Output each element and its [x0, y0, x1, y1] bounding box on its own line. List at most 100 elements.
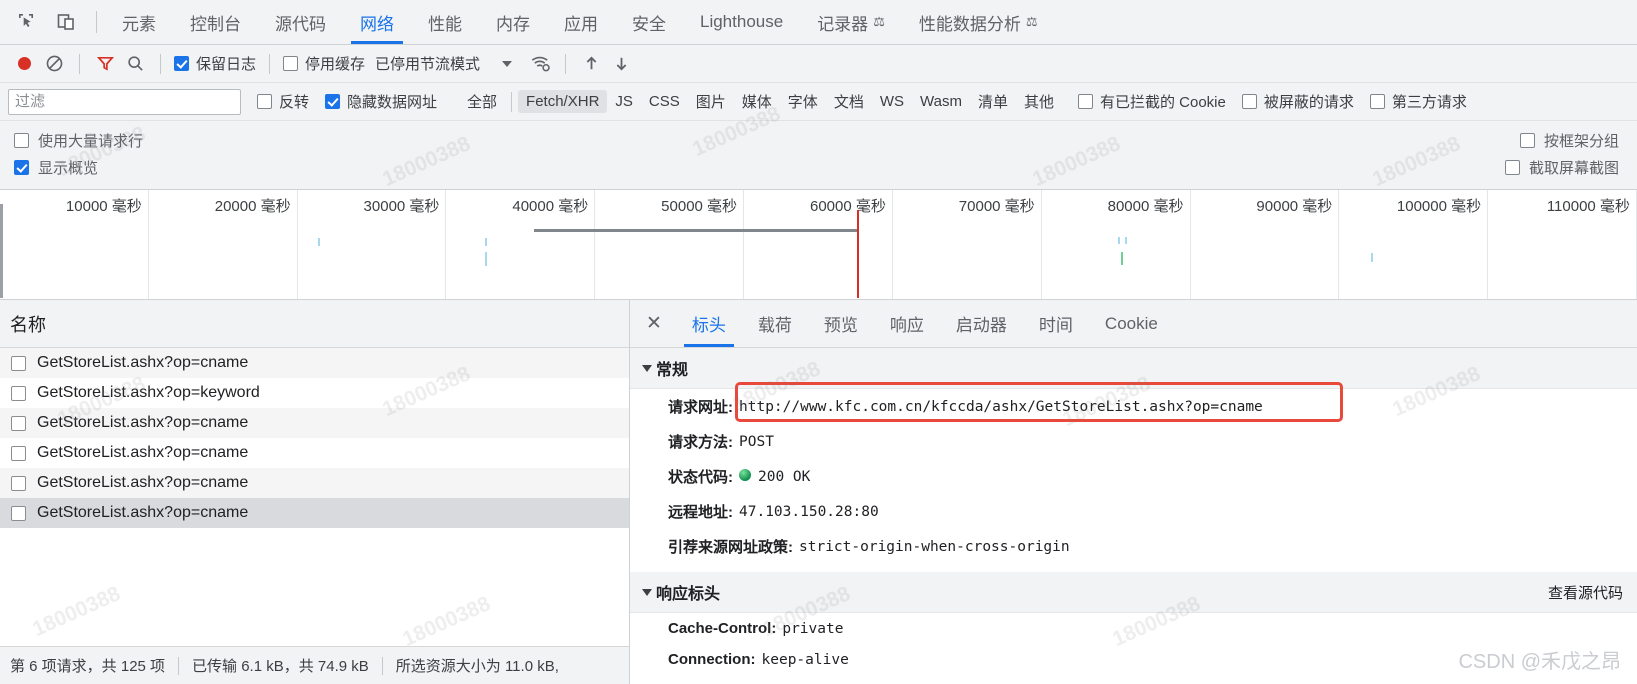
- tab-sources[interactable]: 源代码: [258, 0, 343, 44]
- tab-memory[interactable]: 内存: [479, 0, 547, 44]
- tab-response[interactable]: 响应: [874, 300, 940, 347]
- throttling-select[interactable]: 已停用节流模式: [375, 53, 480, 74]
- device-toolbar-icon[interactable]: [54, 10, 78, 34]
- tab-performance[interactable]: 性能: [411, 0, 479, 44]
- filter-type-manifest[interactable]: 清单: [970, 88, 1016, 115]
- clear-button[interactable]: [42, 52, 66, 76]
- table-row[interactable]: GetStoreList.ashx?op=cname: [0, 408, 629, 438]
- show-overview-checkbox[interactable]: 显示概览: [14, 157, 98, 178]
- referrer-policy-value: strict-origin-when-cross-origin: [799, 538, 1070, 555]
- tab-console[interactable]: 控制台: [173, 0, 258, 44]
- filter-type-wasm[interactable]: Wasm: [912, 90, 970, 113]
- tab-lighthouse[interactable]: Lighthouse: [683, 0, 800, 44]
- tab-recorder[interactable]: 记录器 ⚖: [800, 0, 902, 44]
- overview-segment: 20000 毫秒: [149, 190, 298, 299]
- import-har-icon[interactable]: [579, 52, 603, 76]
- table-row[interactable]: GetStoreList.ashx?op=cname: [0, 438, 629, 468]
- network-overview-timeline[interactable]: 10000 毫秒 20000 毫秒 30000 毫秒 40000 毫秒 5000…: [0, 190, 1637, 300]
- export-har-icon[interactable]: [609, 52, 633, 76]
- tab-elements[interactable]: 元素: [105, 0, 173, 44]
- filter-type-ws[interactable]: WS: [872, 90, 912, 113]
- chevron-down-icon[interactable]: [502, 60, 513, 67]
- tab-label: 性能: [428, 14, 462, 34]
- toolbar-divider: [565, 53, 567, 74]
- section-general-header[interactable]: 常规: [630, 348, 1637, 389]
- chevron-down-icon: [642, 588, 652, 596]
- capture-screenshots-checkbox[interactable]: 截取屏幕截图: [1504, 157, 1619, 178]
- request-type-icon: [11, 445, 26, 461]
- tab-cookies[interactable]: Cookie: [1089, 300, 1174, 347]
- filter-type-img[interactable]: 图片: [688, 88, 734, 115]
- checkbox-box: [325, 94, 341, 109]
- third-party-checkbox[interactable]: 第三方请求: [1369, 91, 1467, 112]
- view-source-link[interactable]: 查看源代码: [1548, 582, 1623, 603]
- request-name: GetStoreList.ashx?op=cname: [37, 354, 249, 371]
- filter-input[interactable]: [8, 88, 241, 115]
- network-toolbar: 保留日志 停用缓存 已停用节流模式: [0, 45, 1637, 83]
- settings-row-2: 显示概览 截取屏幕截图: [14, 154, 1619, 181]
- section-response-headers-header[interactable]: 响应标头 查看源代码: [630, 572, 1637, 613]
- hide-data-urls-checkbox[interactable]: 隐藏数据网址: [325, 91, 437, 112]
- tab-timing[interactable]: 时间: [1023, 300, 1089, 347]
- tab-label: 源代码: [275, 14, 326, 34]
- tab-network[interactable]: 网络: [343, 0, 411, 44]
- table-row[interactable]: GetStoreList.ashx?op=keyword: [0, 378, 629, 408]
- filter-type-doc[interactable]: 文档: [826, 88, 872, 115]
- overview-tick-label: 70000 毫秒: [958, 198, 1035, 215]
- blocked-cookies-label: 有已拦截的 Cookie: [1099, 94, 1226, 111]
- filter-type-css[interactable]: CSS: [641, 90, 688, 113]
- filter-type-all[interactable]: 全部: [459, 88, 505, 115]
- checkbox-box: [1519, 133, 1535, 148]
- request-list-column-header[interactable]: 名称: [0, 300, 629, 348]
- tab-initiator[interactable]: 启动器: [940, 300, 1023, 347]
- table-row[interactable]: GetStoreList.ashx?op=cname: [0, 468, 629, 498]
- settings-row-1: 使用大量请求行 按框架分组: [14, 127, 1619, 154]
- filter-icon[interactable]: [93, 52, 117, 76]
- disable-cache-checkbox[interactable]: 停用缓存: [283, 53, 365, 74]
- overview-selection-band[interactable]: [534, 229, 858, 232]
- network-filterbar: 反转 隐藏数据网址 全部 Fetch/XHR JS CSS 图片 媒体 字体 文…: [0, 83, 1637, 121]
- filter-type-media[interactable]: 媒体: [734, 88, 780, 115]
- tab-payload[interactable]: 载荷: [742, 300, 808, 347]
- table-row[interactable]: GetStoreList.ashx?op=cname: [0, 348, 629, 378]
- request-type-icon: [11, 385, 26, 401]
- record-icon: [17, 57, 31, 70]
- filter-type-js[interactable]: JS: [607, 90, 641, 113]
- checkbox-box: [1241, 94, 1257, 109]
- response-header-value: keep-alive: [761, 651, 849, 668]
- toolbar-divider: [79, 53, 80, 74]
- table-row-selected[interactable]: GetStoreList.ashx?op=cname: [0, 498, 629, 528]
- overview-segment: 30000 毫秒: [298, 190, 447, 299]
- tab-security[interactable]: 安全: [615, 0, 683, 44]
- inspect-element-icon[interactable]: [14, 10, 38, 34]
- general-request-method-row: 请求方法: POST: [630, 424, 1637, 459]
- third-party-label: 第三方请求: [1391, 94, 1467, 111]
- blocked-cookies-checkbox[interactable]: 有已拦截的 Cookie: [1077, 91, 1226, 112]
- big-request-rows-checkbox[interactable]: 使用大量请求行: [14, 130, 143, 151]
- request-list[interactable]: GetStoreList.ashx?op=cname GetStoreList.…: [0, 348, 629, 646]
- network-conditions-icon[interactable]: [528, 52, 552, 76]
- status-requests-count: 第 6 项请求，共 125 项: [10, 658, 166, 675]
- request-name: GetStoreList.ashx?op=cname: [37, 444, 249, 461]
- filter-type-other[interactable]: 其他: [1016, 88, 1062, 115]
- tab-application[interactable]: 应用: [547, 0, 615, 44]
- tab-label: 性能数据分析: [918, 14, 1021, 34]
- overview-segment: 10000 毫秒: [0, 190, 149, 299]
- group-by-frame-checkbox[interactable]: 按框架分组: [1519, 130, 1619, 151]
- blocked-requests-checkbox[interactable]: 被屏蔽的请求: [1241, 91, 1354, 112]
- response-header-row: Connection: keep-alive: [630, 644, 1637, 675]
- close-icon[interactable]: ✕: [630, 300, 676, 347]
- record-button[interactable]: [12, 52, 36, 76]
- tab-performance-insights[interactable]: 性能数据分析 ⚖: [902, 0, 1055, 44]
- request-list-pane: 名称 GetStoreList.ashx?op=cname GetStoreLi…: [0, 300, 630, 684]
- filter-type-fetch-xhr[interactable]: Fetch/XHR: [518, 90, 608, 113]
- tab-preview[interactable]: 预览: [808, 300, 874, 347]
- filter-type-font[interactable]: 字体: [780, 88, 826, 115]
- response-header-value: private: [782, 620, 844, 637]
- preserve-log-checkbox[interactable]: 保留日志: [174, 53, 256, 74]
- overview-load-event-line: [857, 210, 859, 298]
- hide-data-urls-label: 隐藏数据网址: [347, 94, 438, 111]
- invert-checkbox[interactable]: 反转: [257, 91, 309, 112]
- tab-headers[interactable]: 标头: [676, 300, 742, 347]
- search-icon[interactable]: [123, 52, 147, 76]
